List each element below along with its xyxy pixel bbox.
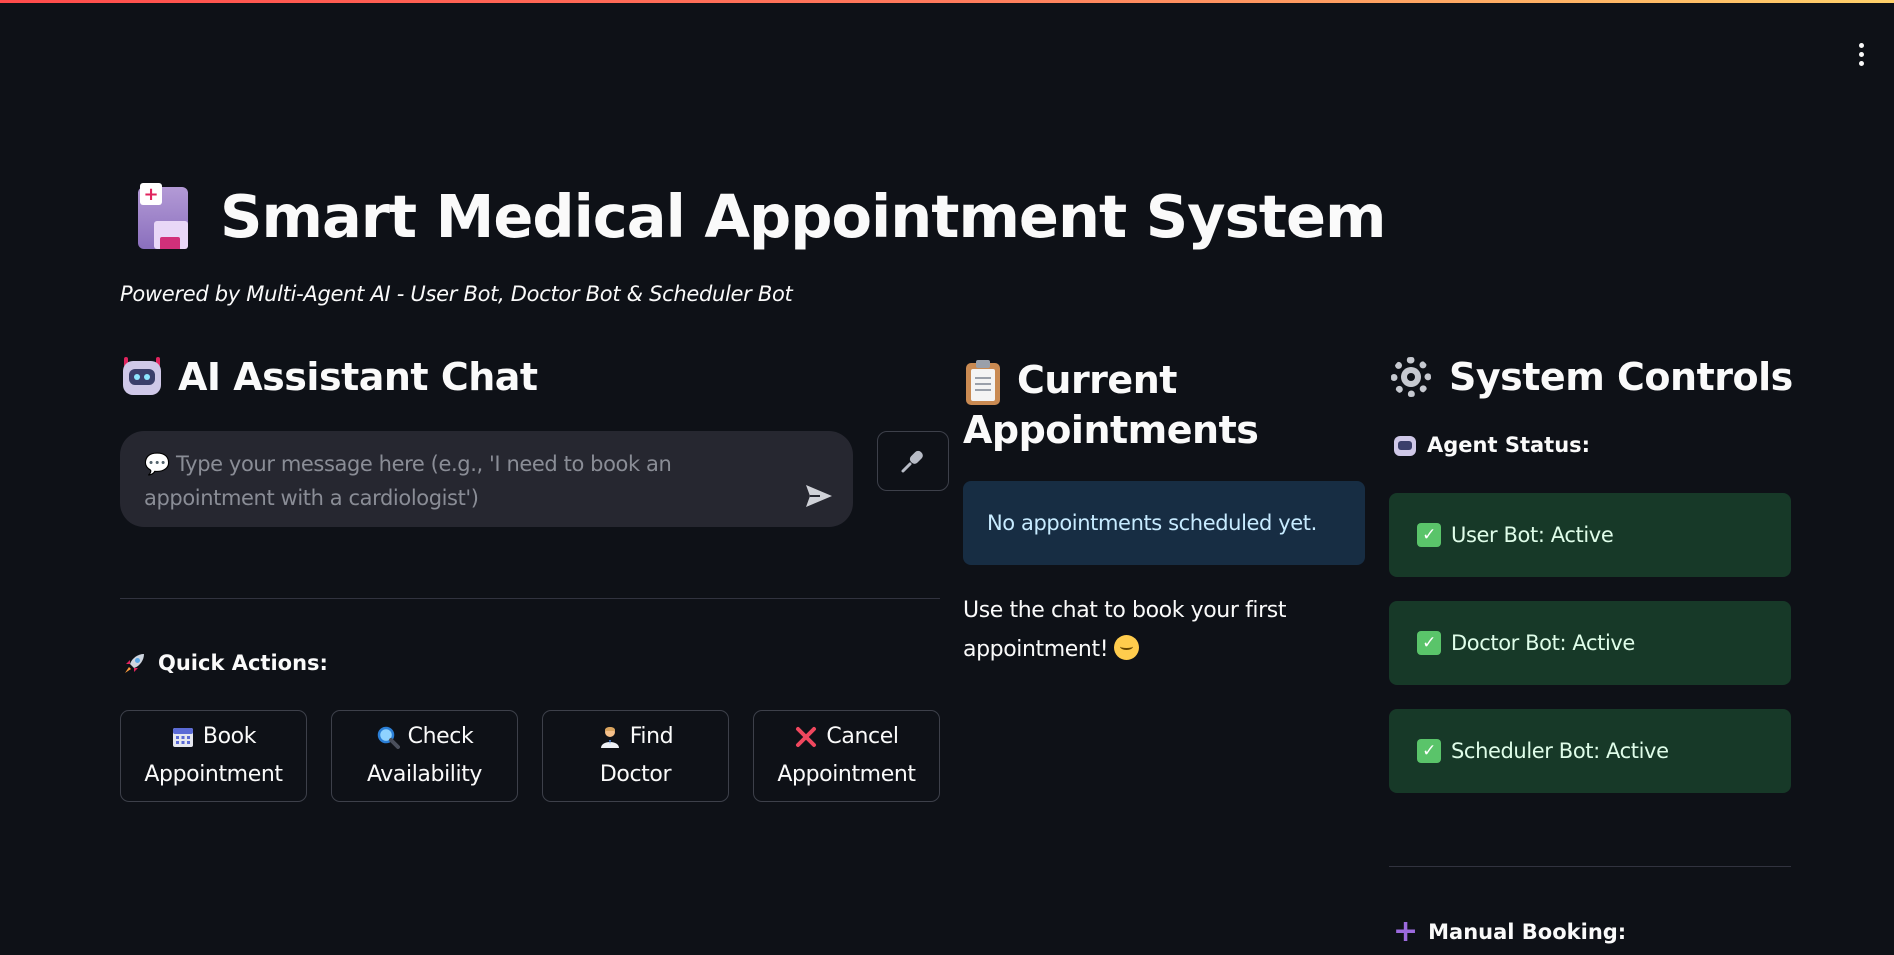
- gear-icon: [1389, 355, 1433, 399]
- controls-divider: [1389, 866, 1791, 867]
- cancel-appointment-label-1: Cancel: [826, 724, 899, 749]
- chat-input-container: [120, 431, 853, 527]
- book-appointment-label-1: Book: [202, 724, 257, 749]
- find-doctor-button[interactable]: Find Doctor: [542, 710, 729, 802]
- check-mark-icon: ✓: [1417, 523, 1441, 547]
- system-controls-heading-text: System Controls: [1449, 355, 1793, 399]
- quick-actions-row: Book Appointment Check Availability Find…: [120, 710, 940, 802]
- chat-input[interactable]: [144, 447, 784, 515]
- page-header: + Smart Medical Appointment System: [132, 176, 1386, 256]
- chat-heading: AI Assistant Chat: [120, 355, 940, 399]
- user-bot-status: ✓ User Bot: Active: [1389, 493, 1791, 577]
- check-availability-label-1: Check: [407, 724, 474, 749]
- appointments-heading-line2: Appointments: [963, 408, 1259, 452]
- find-doctor-label-1: Find: [629, 724, 674, 749]
- cross-mark-icon: [796, 727, 817, 747]
- manual-booking-label-text: Manual Booking:: [1428, 920, 1627, 944]
- appointments-hint-line2: appointment!: [963, 637, 1109, 662]
- doctor-icon: [600, 727, 619, 748]
- scheduler-bot-status-text: Scheduler Bot: Active: [1451, 739, 1669, 763]
- cancel-appointment-button[interactable]: Cancel Appointment: [753, 710, 940, 802]
- appointments-column: Current Appointments No appointments sch…: [963, 355, 1365, 662]
- chat-column: AI Assistant Chat Qu: [120, 355, 949, 802]
- doctor-bot-status: ✓ Doctor Bot: Active: [1389, 601, 1791, 685]
- agent-status-label-text: Agent Status:: [1427, 433, 1591, 457]
- scheduler-bot-status: ✓ Scheduler Bot: Active: [1389, 709, 1791, 793]
- check-mark-icon: ✓: [1417, 631, 1441, 655]
- appointments-hint: Use the chat to book your first appointm…: [963, 591, 1365, 669]
- book-appointment-label-2: Appointment: [144, 762, 283, 787]
- doctor-bot-status-text: Doctor Bot: Active: [1451, 631, 1635, 655]
- robot-icon: [1393, 433, 1417, 457]
- quick-actions-label-text: Quick Actions:: [158, 651, 328, 675]
- manual-booking-label: + Manual Booking:: [1393, 914, 1627, 949]
- find-doctor-label-2: Doctor: [599, 762, 672, 787]
- check-availability-button[interactable]: Check Availability: [331, 710, 518, 802]
- page-subtitle: Powered by Multi-Agent AI - User Bot, Do…: [120, 282, 793, 306]
- check-mark-icon: ✓: [1417, 739, 1441, 763]
- book-appointment-button[interactable]: Book Appointment: [120, 710, 307, 802]
- chat-heading-text: AI Assistant Chat: [178, 355, 538, 399]
- appointments-heading-line1: Current: [1017, 358, 1177, 402]
- no-appointments-info: No appointments scheduled yet.: [963, 481, 1365, 565]
- chat-divider: [120, 598, 940, 599]
- plus-icon: +: [1393, 914, 1419, 949]
- microphone-icon: [901, 450, 923, 473]
- send-icon: [806, 485, 832, 507]
- cancel-appointment-label-2: Appointment: [777, 762, 916, 787]
- robot-icon: [120, 355, 164, 399]
- calendar-icon: [172, 728, 193, 747]
- check-availability-label-2: Availability: [366, 762, 483, 787]
- magnifier-icon: [377, 726, 400, 749]
- chat-input-row: [120, 431, 950, 527]
- hospital-icon: +: [132, 181, 196, 251]
- appointments-heading: Current: [963, 355, 1365, 405]
- clipboard-icon: [963, 359, 1003, 405]
- quick-actions-label: Quick Actions:: [122, 650, 328, 676]
- main-menu-icon[interactable]: [1854, 40, 1868, 68]
- system-controls-heading: System Controls: [1389, 355, 1793, 399]
- agent-status-label: Agent Status:: [1393, 433, 1590, 457]
- page-title: Smart Medical Appointment System: [220, 181, 1386, 251]
- top-decoration-bar: [0, 0, 1894, 3]
- appointments-hint-line1: Use the chat to book your first: [963, 598, 1287, 623]
- send-button[interactable]: [801, 481, 837, 511]
- microphone-button[interactable]: [877, 431, 949, 491]
- rocket-icon: [125, 654, 144, 673]
- system-controls-column: System Controls Agent Status: ✓ User Bot…: [1389, 355, 1793, 947]
- smiling-face-icon: [1114, 635, 1140, 660]
- user-bot-status-text: User Bot: Active: [1451, 523, 1614, 547]
